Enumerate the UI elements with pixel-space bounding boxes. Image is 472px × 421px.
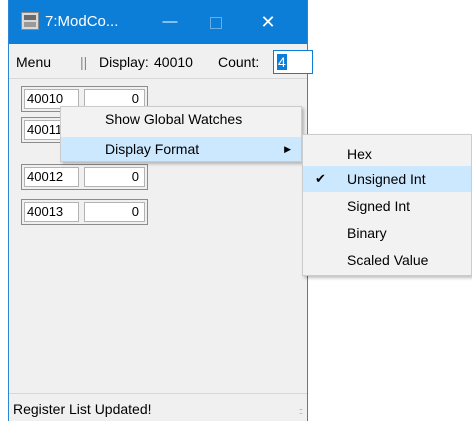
- minimize-button[interactable]: —: [147, 0, 193, 44]
- window-title: 7:ModCo...: [45, 13, 119, 30]
- submenu-arrow-icon: ▶: [284, 144, 291, 154]
- register-row[interactable]: 40013 0: [21, 199, 148, 225]
- count-label: Count:: [218, 54, 260, 70]
- checkmark-icon: ✔: [315, 171, 326, 186]
- menu-item-binary[interactable]: Binary: [303, 220, 471, 246]
- context-menu: Show Global Watches Display Format ▶: [60, 106, 302, 162]
- count-input[interactable]: 4: [273, 50, 313, 74]
- display-label: Display:: [99, 54, 149, 70]
- register-value[interactable]: 0: [84, 202, 145, 222]
- toolbar: Menu || Display: 40010 Count: 4: [9, 44, 313, 79]
- maximize-button[interactable]: [193, 0, 239, 44]
- app-icon: [21, 12, 39, 30]
- register-value[interactable]: 0: [84, 167, 145, 187]
- menu-item-unsigned-int[interactable]: ✔ Unsigned Int: [303, 166, 471, 192]
- app-window: 7:ModCo... — ✕ Menu || Display: 40010 Co…: [8, 0, 313, 421]
- title-bar[interactable]: 7:ModCo... — ✕: [9, 0, 307, 44]
- register-address[interactable]: 40012: [24, 167, 79, 187]
- register-row[interactable]: 40012 0: [21, 164, 148, 190]
- count-value: 4: [277, 54, 287, 70]
- toolbar-separator: ||: [80, 54, 88, 70]
- menu-item-display-format[interactable]: Display Format ▶: [61, 137, 301, 161]
- menu-item-label: Binary: [347, 225, 387, 241]
- menu-button[interactable]: Menu: [16, 54, 51, 70]
- menu-item-label: Show Global Watches: [105, 111, 243, 127]
- menu-item-label: Signed Int: [347, 198, 411, 214]
- menu-item-label: Unsigned Int: [347, 171, 426, 187]
- status-text: Register List Updated!: [13, 401, 152, 417]
- menu-item-hex[interactable]: Hex: [303, 141, 471, 167]
- menu-item-scaled-value[interactable]: Scaled Value: [303, 247, 471, 273]
- close-button[interactable]: ✕: [245, 0, 291, 44]
- status-bar: Register List Updated! ::: [9, 393, 307, 421]
- resize-grip-icon[interactable]: ::: [299, 406, 303, 416]
- menu-item-label: Scaled Value: [347, 252, 429, 268]
- display-value[interactable]: 40010: [154, 54, 193, 70]
- menu-item-show-global-watches[interactable]: Show Global Watches: [61, 107, 301, 131]
- maximize-icon: [210, 17, 222, 29]
- register-address[interactable]: 40013: [24, 202, 79, 222]
- menu-item-signed-int[interactable]: Signed Int: [303, 193, 471, 219]
- menu-item-label: Display Format: [105, 141, 200, 157]
- display-format-submenu: Hex ✔ Unsigned Int Signed Int Binary Sca…: [302, 134, 472, 276]
- menu-item-label: Hex: [347, 146, 372, 162]
